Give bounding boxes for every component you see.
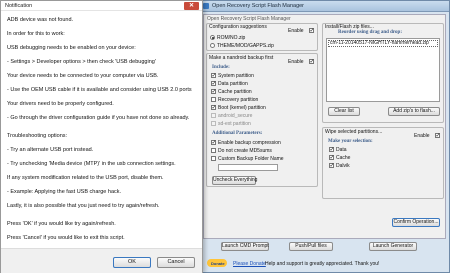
notification-title-bar: Notification ✕ <box>1 1 202 11</box>
config-enable-label: Enable <box>288 28 304 34</box>
notification-button-bar: OK Cancel <box>1 248 202 273</box>
wipe-dalvik-checkbox[interactable] <box>329 162 335 169</box>
launch-cmd-button[interactable]: Launch CMD Prompt <box>221 242 269 251</box>
cancel-button[interactable]: Cancel <box>157 257 195 268</box>
config-radio-theme[interactable] <box>210 43 215 48</box>
flash-manager-window: Open Recovery Script Flash Manager Open … <box>198 0 450 273</box>
system-partition-checkbox[interactable] <box>211 72 217 79</box>
message-line: In order for this to work: <box>7 31 65 37</box>
include-label: Include: <box>212 65 230 70</box>
manager-title-bar: Open Recovery Script Flash Manager <box>199 1 449 12</box>
message-line: - Try unchecking 'Media device (MTP)' in… <box>7 161 176 167</box>
donate-message: Help and support is greatly appreciated.… <box>265 261 380 267</box>
system-partition-label: System partition <box>218 73 254 79</box>
notification-title: Notification <box>5 3 33 9</box>
close-icon[interactable]: ✕ <box>184 2 199 10</box>
message-line: - Go through the driver configuration gu… <box>7 115 190 121</box>
recovery-partition-label: Recovery partition <box>218 97 259 103</box>
wipe-data-label: Data <box>336 147 347 153</box>
wipe-cache-checkbox[interactable] <box>329 154 335 161</box>
uncheck-everything-button[interactable]: Uncheck Everything <box>212 176 257 185</box>
app-icon <box>203 3 209 9</box>
backup-compression-checkbox[interactable] <box>211 139 217 146</box>
message-line: - Try an alternate USB port instead. <box>7 147 94 153</box>
cache-partition-checkbox[interactable] <box>211 88 217 95</box>
backup-title: Make a nandroid backup first <box>209 55 274 61</box>
clear-list-button[interactable]: Clear list <box>328 107 360 116</box>
add-zips-button[interactable]: Add zip's to flash... <box>388 107 440 116</box>
no-md5-label: Do not create MD5sums <box>218 148 272 154</box>
launch-generator-button[interactable]: Launch Generator <box>369 242 417 251</box>
backup-enable-checkbox[interactable] <box>309 58 315 65</box>
ok-button[interactable]: OK <box>113 257 151 268</box>
zip-file-list[interactable]: cm-11-20140517-NIGHTLY-hammerhead.zip <box>326 38 440 102</box>
custom-folder-label: Custom Backup Folder Name <box>218 156 284 162</box>
custom-folder-checkbox[interactable] <box>211 156 216 161</box>
wipe-dalvik-label: Dalvik <box>336 163 350 169</box>
wipe-enable-checkbox[interactable] <box>435 132 441 139</box>
manager-window-title: Open Recovery Script Flash Manager <box>212 3 305 9</box>
config-radio-rom[interactable] <box>210 35 215 40</box>
recovery-partition-checkbox[interactable] <box>211 97 216 102</box>
confirm-operation-button[interactable]: Confirm Operation... <box>392 218 440 227</box>
sd-ext-label: sd-ext partition <box>218 121 251 127</box>
config-option-theme: THEME/MOD/GAPPS.zip <box>217 43 274 49</box>
message-line: USB debugging needs to be enabled on you… <box>7 45 136 51</box>
message-line: - Use the OEM USB cable if it is availab… <box>7 87 192 93</box>
config-title: Configuration suggestions <box>209 24 267 30</box>
notification-dialog: Notification ✕ ADB device was not found.… <box>0 0 203 273</box>
boot-partition-checkbox[interactable] <box>211 104 217 111</box>
config-enable-checkbox[interactable] <box>309 27 315 34</box>
boot-partition-label: Boot (kernel) partition <box>218 105 266 111</box>
message-line: If any system modification related to th… <box>7 175 164 181</box>
wipe-cache-label: Cache <box>336 155 351 161</box>
manager-header: Open Recovery Script Flash Manager <box>207 16 291 22</box>
message-line: - Example: Applying the fast USB charge … <box>7 189 122 195</box>
no-md5-checkbox[interactable] <box>211 148 216 153</box>
message-line: Press 'Cancel' if you would like to exit… <box>7 235 125 241</box>
wipe-data-checkbox[interactable] <box>329 146 335 153</box>
push-pull-button[interactable]: Push/Pull files <box>289 242 333 251</box>
message-line: - Settings > Developer options > then ch… <box>7 59 156 65</box>
message-line: Your device needs to be connected to you… <box>7 73 159 79</box>
sd-ext-checkbox <box>211 121 216 126</box>
reorder-hint: Reorder using drag and drop: <box>338 30 402 35</box>
cache-partition-label: Cache partition <box>218 89 252 95</box>
wipe-title: Wipe selected partitions... <box>325 129 383 135</box>
additional-params-label: Additional Parameters: <box>212 131 263 136</box>
android-secure-checkbox <box>211 113 216 118</box>
message-line: Troubleshooting options: <box>7 133 68 139</box>
manager-panel: Open Recovery Script Flash Manager Confi… <box>203 14 446 239</box>
please-donate-link[interactable]: Please Donate <box>233 261 266 267</box>
data-partition-checkbox[interactable] <box>211 80 217 87</box>
wipe-enable-label: Enable <box>414 133 430 139</box>
message-line: Press 'OK' if you would like try again/r… <box>7 221 116 227</box>
backup-compression-label: Enable backup compression <box>218 140 281 146</box>
custom-folder-input[interactable] <box>218 164 278 171</box>
android-secure-label: android_secure <box>218 113 253 119</box>
message-line: Your drivers need to be properly configu… <box>7 101 114 107</box>
zip-file-item[interactable]: cm-11-20140517-NIGHTLY-hammerhead.zip <box>328 40 438 47</box>
message-line: ADB device was not found. <box>7 17 74 23</box>
make-selection-label: Make your selection: <box>328 139 373 144</box>
data-partition-label: Data partition <box>218 81 248 87</box>
message-line: Lastly, it is also possible that you jus… <box>7 203 160 209</box>
backup-enable-label: Enable <box>288 59 304 65</box>
donate-button-label: Donate <box>211 260 225 266</box>
config-option-rom: ROM/NO.zip <box>217 35 246 41</box>
donate-button[interactable]: Donate <box>207 259 227 267</box>
